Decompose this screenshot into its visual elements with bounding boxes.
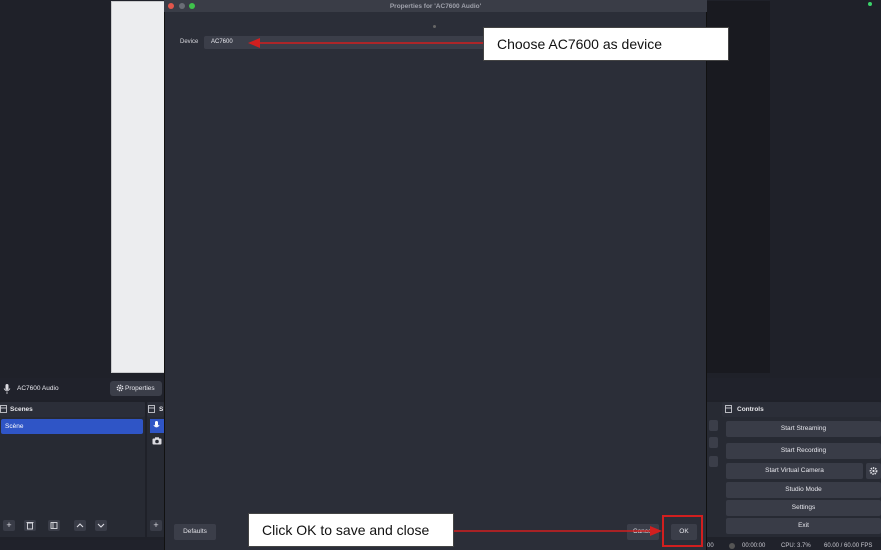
dialog-title: Properties for 'AC7600 Audio' xyxy=(389,3,482,10)
plus-icon: + xyxy=(153,520,159,530)
start-recording-label: Start Recording xyxy=(780,447,827,454)
start-virtual-camera-button[interactable]: Start Virtual Camera xyxy=(726,463,863,479)
chevron-up-icon xyxy=(76,523,84,528)
start-streaming-button[interactable]: Start Streaming xyxy=(726,421,881,437)
recording-time: 00:00:00 xyxy=(742,543,766,549)
device-select-value: AC7600 xyxy=(211,39,233,45)
filter-icon xyxy=(50,522,58,529)
dock-icon xyxy=(0,405,7,413)
status-indicator-dot xyxy=(868,2,872,6)
preview-placeholder-dot xyxy=(433,25,436,28)
dock-icon xyxy=(148,405,155,413)
add-scene-button[interactable]: + xyxy=(3,520,15,531)
scenes-title: Scenes xyxy=(10,406,33,413)
studio-mode-button[interactable]: Studio Mode xyxy=(726,482,881,498)
add-source-button[interactable]: + xyxy=(150,520,162,531)
dock-icon xyxy=(725,405,732,413)
plus-icon: + xyxy=(6,520,12,530)
mixer-spin-control[interactable] xyxy=(709,437,718,448)
cpu-usage: CPU: 3.7% xyxy=(781,543,811,549)
move-scene-up-button[interactable] xyxy=(74,520,86,531)
ok-button-highlight xyxy=(662,515,703,547)
selected-source-name: AC7600 Audio xyxy=(17,385,59,392)
cancel-button-label: Cancel xyxy=(632,528,654,535)
scene-list-item-label: Scène xyxy=(5,423,24,430)
mixer-spin-control[interactable] xyxy=(709,420,718,431)
move-scene-down-button[interactable] xyxy=(95,520,107,531)
settings-button[interactable]: Settings xyxy=(726,500,881,516)
settings-label: Settings xyxy=(791,504,816,511)
start-recording-button[interactable]: Start Recording xyxy=(726,443,881,459)
studio-mode-label: Studio Mode xyxy=(785,486,822,493)
recording-indicator-icon xyxy=(729,543,735,549)
device-select[interactable] xyxy=(204,36,486,49)
virtual-camera-settings-button[interactable] xyxy=(866,463,881,479)
defaults-button-label: Defaults xyxy=(183,528,207,535)
ok-callout-text: Click OK to save and close xyxy=(262,522,430,538)
fps-readout: 60.00 / 60.00 FPS xyxy=(824,543,873,549)
start-virtual-camera-label: Start Virtual Camera xyxy=(765,467,824,474)
status-time-fragment: 00 xyxy=(707,543,714,549)
device-callout-text: Choose AC7600 as device xyxy=(497,36,662,52)
camera-icon xyxy=(152,437,162,445)
exit-label: Exit xyxy=(798,522,809,529)
scene-filters-button[interactable] xyxy=(48,520,60,531)
start-streaming-label: Start Streaming xyxy=(780,425,827,432)
controls-title: Controls xyxy=(737,406,764,413)
microphone-icon xyxy=(3,384,11,394)
device-label: Device xyxy=(180,39,199,45)
remove-scene-button[interactable] xyxy=(24,520,36,531)
mixer-menu-button[interactable] xyxy=(709,456,718,467)
trash-icon xyxy=(26,522,34,530)
microphone-icon xyxy=(153,421,160,428)
gear-icon xyxy=(116,384,124,392)
properties-dialog xyxy=(164,0,707,550)
properties-button-label: Properties xyxy=(125,385,155,392)
sources-title: S xyxy=(159,406,164,413)
gear-icon xyxy=(869,467,878,475)
chevron-down-icon xyxy=(97,523,105,528)
preview-canvas xyxy=(111,1,166,373)
exit-button[interactable]: Exit xyxy=(726,518,881,534)
